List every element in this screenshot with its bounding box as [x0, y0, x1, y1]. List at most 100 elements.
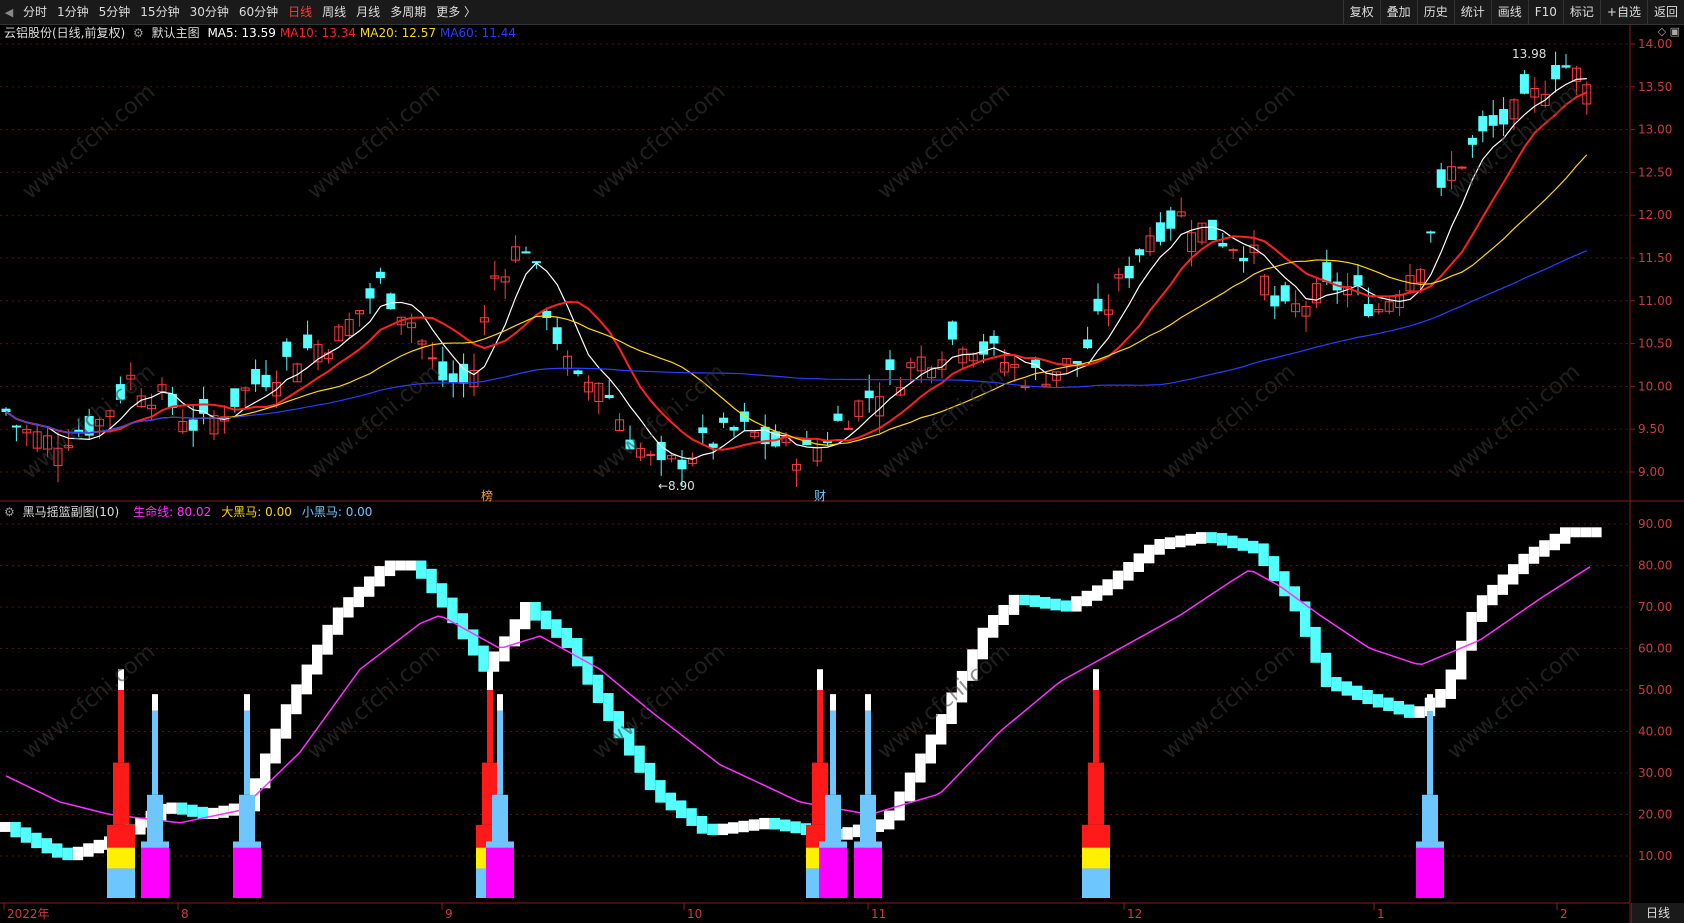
- trend-step: [1071, 596, 1082, 612]
- blue-tower: [147, 794, 163, 842]
- candle-body: [552, 327, 562, 344]
- watermark-text: www.cfchi.com: [303, 359, 445, 484]
- candle-body: [1488, 115, 1498, 126]
- trend-step: [603, 693, 614, 722]
- candle-body: [1561, 65, 1571, 68]
- trend-step: [1560, 527, 1571, 544]
- trend-step: [395, 560, 406, 571]
- magenta-base: [1416, 847, 1444, 898]
- trend-step: [540, 610, 552, 630]
- trend-step: [1320, 652, 1332, 688]
- date-label: 11: [871, 907, 886, 921]
- watermark-text: www.cfchi.com: [873, 639, 1015, 764]
- kline-chart[interactable]: 14.00 13.50 13.00 12.50 12.00 11.50 11.00 10.50…: [0, 0, 1684, 923]
- date-label: 12: [1127, 907, 1142, 921]
- indicator-tick-label: 90.00: [1638, 517, 1672, 531]
- event-marker: 财: [814, 489, 826, 503]
- trend-step: [1029, 595, 1040, 607]
- blue-tower: [1427, 710, 1433, 795]
- blue-tower: [865, 710, 871, 795]
- candle-body: [1467, 137, 1477, 145]
- watermark-text: www.cfchi.com: [18, 639, 160, 764]
- trend-step: [915, 753, 926, 783]
- candle-body: [1551, 65, 1561, 80]
- trend-step: [426, 568, 437, 594]
- trend-step: [717, 823, 728, 836]
- tower-tip: [487, 669, 493, 690]
- blue-tower: [244, 710, 250, 795]
- indicator-tick-label: 40.00: [1638, 725, 1672, 739]
- trend-step: [572, 638, 583, 667]
- low-price-label: ←8.90: [658, 479, 695, 493]
- trend-step: [530, 602, 541, 621]
- magenta-base: [486, 847, 514, 898]
- watermark-text: www.cfchi.com: [1443, 359, 1585, 484]
- price-tick-label: 9.00: [1638, 465, 1665, 479]
- trend-step: [83, 843, 94, 857]
- trend-step: [176, 802, 188, 815]
- trend-step: [665, 792, 676, 811]
- trend-step: [676, 800, 687, 819]
- trend-step: [769, 817, 780, 830]
- trend-step: [696, 815, 708, 834]
- trend-step: [707, 823, 718, 836]
- red-tower: [1093, 690, 1099, 763]
- tower-tip: [152, 694, 158, 711]
- trend-step: [1008, 594, 1020, 615]
- trend-step: [634, 745, 645, 773]
- candle-body: [1, 408, 11, 413]
- ma5-line: [5, 78, 1587, 460]
- price-tick-label: 12.00: [1638, 208, 1672, 222]
- trend-step: [343, 597, 354, 618]
- trend-step: [1164, 537, 1176, 549]
- candle-body: [698, 427, 708, 434]
- trend-step: [738, 820, 749, 833]
- trend-step: [655, 780, 666, 803]
- date-label: 8: [181, 907, 189, 921]
- watermark-text: www.cfchi.com: [1158, 359, 1300, 484]
- trend-step: [561, 627, 572, 649]
- trend-step: [10, 821, 21, 838]
- trend-step: [301, 664, 312, 695]
- period-button[interactable]: 日线: [1631, 903, 1684, 923]
- candle-body: [1135, 249, 1145, 256]
- price-tick-label: 11.50: [1638, 251, 1672, 265]
- watermark-text: www.cfchi.com: [303, 79, 445, 204]
- red-tower: [487, 690, 493, 763]
- trend-step: [1144, 544, 1155, 564]
- trend-step: [1528, 546, 1540, 564]
- candle-body: [188, 419, 198, 431]
- blue-band: [1082, 868, 1110, 898]
- candle-body: [1322, 262, 1332, 282]
- yellow-band: [1082, 847, 1110, 869]
- candle-body: [719, 417, 729, 423]
- trend-step: [1268, 556, 1280, 582]
- price-tick-label: 13.00: [1638, 123, 1672, 137]
- candle-body: [365, 288, 375, 299]
- trend-step: [1570, 527, 1581, 538]
- trend-step: [353, 586, 364, 608]
- candle-body: [521, 251, 531, 254]
- trend-step: [759, 817, 770, 830]
- trend-step: [1372, 694, 1384, 708]
- candle-body: [864, 390, 874, 399]
- trend-step: [374, 566, 385, 587]
- indicator-tick-label: 70.00: [1638, 600, 1672, 614]
- candle-body: [1426, 231, 1436, 234]
- trend-step: [1216, 533, 1228, 546]
- trend-step: [1383, 697, 1394, 711]
- trend-step: [1227, 535, 1238, 549]
- trend-step: [1341, 681, 1352, 696]
- blue-band: [107, 868, 135, 898]
- candle-body: [1270, 295, 1280, 307]
- trend-step: [1040, 596, 1051, 609]
- tower-tip: [865, 694, 871, 711]
- red-tower: [113, 762, 129, 825]
- candle-body: [656, 441, 666, 461]
- magenta-base: [141, 847, 169, 898]
- candle-body: [1207, 219, 1217, 241]
- trend-step: [1404, 704, 1415, 718]
- candle-body: [677, 459, 687, 470]
- watermark-text: www.cfchi.com: [18, 79, 160, 204]
- trend-step: [1331, 677, 1342, 692]
